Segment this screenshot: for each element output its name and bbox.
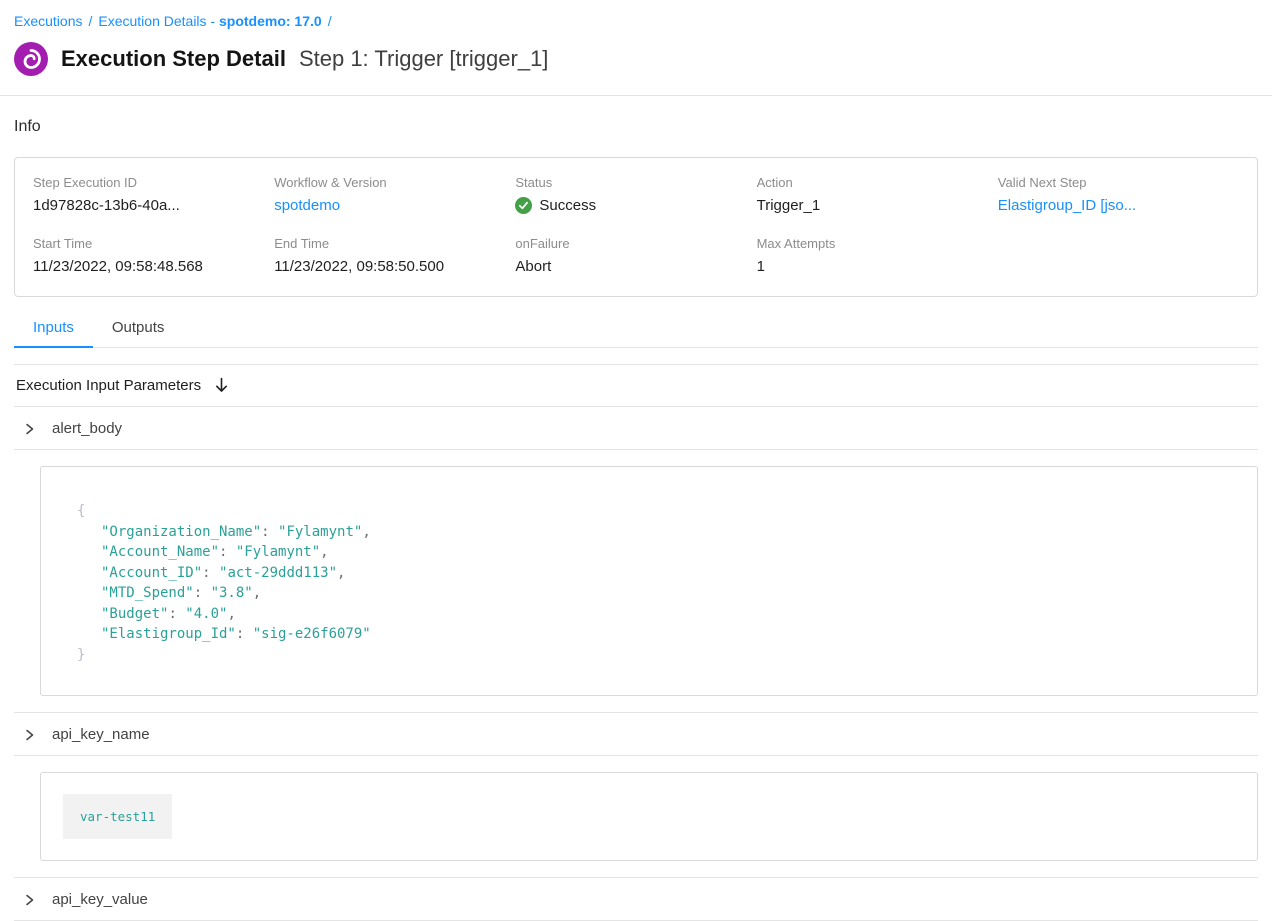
section-name: alert_body <box>52 420 122 437</box>
info-cell-onfailure: onFailure Abort <box>515 236 756 275</box>
open-brace: { <box>77 503 85 519</box>
field-value: 11/23/2022, 09:58:48.568 <box>33 258 274 275</box>
json-line: "MTD_Spend": "3.8", <box>77 583 1221 604</box>
params-title: Execution Input Parameters <box>16 377 201 394</box>
status-value: Success <box>515 197 756 214</box>
field-label: Max Attempts <box>757 236 998 251</box>
field-label: Workflow & Version <box>274 175 515 190</box>
info-cell-step-execution-id: Step Execution ID 1d97828c-13b6-40a... <box>33 175 274 214</box>
info-cell-start-time: Start Time 11/23/2022, 09:58:48.568 <box>33 236 274 275</box>
breadcrumb-separator: / <box>328 13 332 29</box>
json-colon: : <box>202 565 219 581</box>
json-code: { "Organization_Name": "Fylamynt", "Acco… <box>77 501 1221 665</box>
breadcrumb-link-execution-details[interactable]: Execution Details - spotdemo: 17.0 <box>98 13 321 29</box>
json-colon: : <box>168 606 185 622</box>
info-section-title: Info <box>14 118 1258 136</box>
field-value: Trigger_1 <box>757 197 998 214</box>
status-text: Success <box>539 197 596 214</box>
json-key: "Account_ID" <box>101 565 202 581</box>
info-cell-workflow-version: Workflow & Version spotdemo <box>274 175 515 214</box>
json-key: "Account_Name" <box>101 544 219 560</box>
json-comma: , <box>253 585 261 601</box>
field-label: onFailure <box>515 236 756 251</box>
json-line: "Organization_Name": "Fylamynt", <box>77 522 1221 543</box>
field-label: Action <box>757 175 998 190</box>
field-value: 1 <box>757 258 998 275</box>
info-cell-action: Action Trigger_1 <box>757 175 998 214</box>
chevron-right-icon[interactable] <box>22 422 36 436</box>
workflow-link[interactable]: spotdemo <box>274 197 515 214</box>
json-comma: , <box>320 544 328 560</box>
breadcrumb-separator: / <box>88 13 92 29</box>
tab-inputs[interactable]: Inputs <box>14 311 93 348</box>
chevron-right-icon[interactable] <box>22 728 36 742</box>
field-label: Step Execution ID <box>33 175 274 190</box>
json-colon: : <box>261 524 278 540</box>
field-label: Status <box>515 175 756 190</box>
section-name: api_key_name <box>52 726 150 743</box>
close-brace: } <box>77 647 85 663</box>
json-key: "MTD_Spend" <box>101 585 194 601</box>
section-row-api-key-name[interactable]: api_key_name <box>14 712 1258 756</box>
field-label: Valid Next Step <box>998 175 1239 190</box>
json-value: "act-29ddd113" <box>219 565 337 581</box>
json-colon: : <box>219 544 236 560</box>
app-logo-icon <box>14 42 48 76</box>
field-value: Abort <box>515 258 756 275</box>
success-check-icon <box>515 197 532 214</box>
json-value: "4.0" <box>185 606 227 622</box>
json-line: "Account_Name": "Fylamynt", <box>77 542 1221 563</box>
section-name: api_key_value <box>52 891 148 908</box>
api-key-name-card: var-test11 <box>40 772 1258 861</box>
json-line: { <box>77 501 1221 522</box>
json-value: "Fylamynt" <box>278 524 362 540</box>
breadcrumb: Executions / Execution Details - spotdemo:… <box>0 0 1272 29</box>
json-value: "Fylamynt" <box>236 544 320 560</box>
json-colon: : <box>236 626 253 642</box>
info-cell-max-attempts: Max Attempts 1 <box>757 236 998 275</box>
field-label: End Time <box>274 236 515 251</box>
api-key-name-value: var-test11 <box>63 794 172 839</box>
field-value: 11/23/2022, 09:58:50.500 <box>274 258 515 275</box>
page-title: Execution Step Detail <box>61 46 286 72</box>
json-line: "Account_ID": "act-29ddd113", <box>77 563 1221 584</box>
valid-next-step-link[interactable]: Elastigroup_ID [jso... <box>998 197 1239 214</box>
json-colon: : <box>194 585 211 601</box>
json-key: "Elastigroup_Id" <box>101 626 236 642</box>
header-divider <box>0 95 1272 96</box>
page-header: Execution Step Detail Step 1: Trigger [t… <box>0 29 1272 76</box>
json-comma: , <box>227 606 235 622</box>
json-key: "Organization_Name" <box>101 524 261 540</box>
section-row-alert-body[interactable]: alert_body <box>14 407 1258 450</box>
info-cell-valid-next-step: Valid Next Step Elastigroup_ID [jso... <box>998 175 1239 214</box>
info-card: Step Execution ID 1d97828c-13b6-40a... W… <box>14 157 1258 297</box>
execution-step-detail-page: Executions / Execution Details - spotdemo:… <box>0 0 1272 921</box>
params-header-row: Execution Input Parameters <box>14 365 1258 407</box>
tab-bar: Inputs Outputs <box>14 311 1258 348</box>
json-value: "sig-e26f6079" <box>253 626 371 642</box>
tab-outputs[interactable]: Outputs <box>93 311 184 347</box>
field-label: Start Time <box>33 236 274 251</box>
breadcrumb-link-executions[interactable]: Executions <box>14 13 82 29</box>
info-cell-empty <box>998 236 1239 275</box>
json-comma: , <box>362 524 370 540</box>
section-row-api-key-value[interactable]: api_key_value <box>14 877 1258 921</box>
field-value: 1d97828c-13b6-40a... <box>33 197 274 214</box>
info-cell-end-time: End Time 11/23/2022, 09:58:50.500 <box>274 236 515 275</box>
json-line: "Elastigroup_Id": "sig-e26f6079" <box>77 624 1221 645</box>
page-subtitle: Step 1: Trigger [trigger_1] <box>299 46 548 72</box>
json-comma: , <box>337 565 345 581</box>
json-key: "Budget" <box>101 606 168 622</box>
arrow-down-icon[interactable] <box>214 377 229 394</box>
breadcrumb-workflow-version: spotdemo: 17.0 <box>219 13 322 29</box>
execution-parameters-panel: Execution Input Parameters alert_body { … <box>14 364 1258 921</box>
breadcrumb-text: Execution Details - <box>98 13 219 29</box>
alert-body-json-card: { "Organization_Name": "Fylamynt", "Acco… <box>40 466 1258 696</box>
info-cell-status: Status Success <box>515 175 756 214</box>
json-line: } <box>77 645 1221 666</box>
json-line: "Budget": "4.0", <box>77 604 1221 625</box>
json-value: "3.8" <box>211 585 253 601</box>
chevron-right-icon[interactable] <box>22 893 36 907</box>
